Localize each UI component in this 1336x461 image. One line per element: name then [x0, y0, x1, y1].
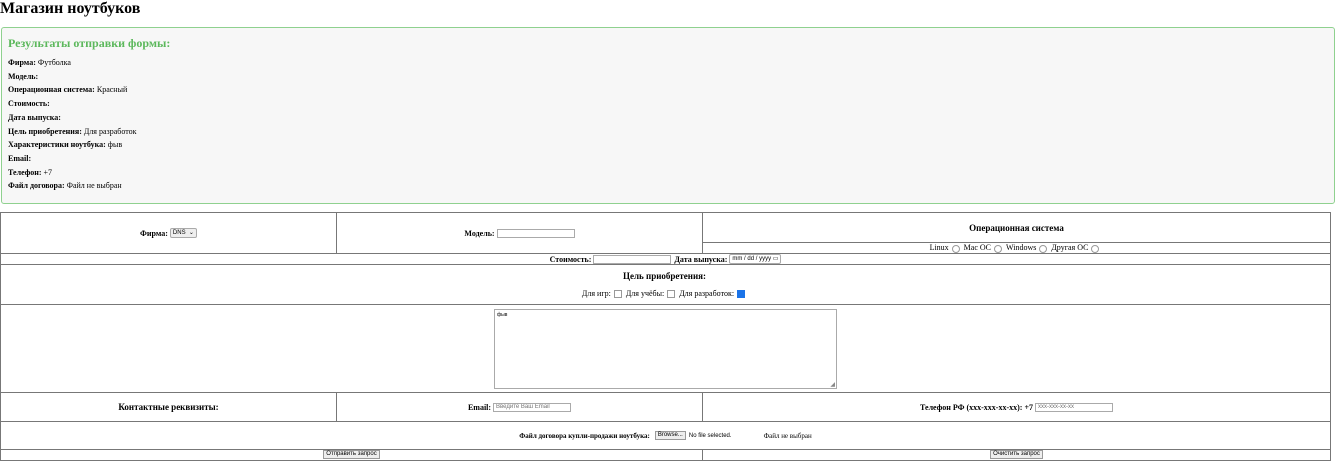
- model-label: Модель:: [464, 228, 495, 238]
- model-cell: Модель:: [336, 212, 703, 254]
- os-option-label: Linux: [929, 243, 949, 253]
- firm-cell: Фирма: DNS ⌄: [0, 212, 337, 254]
- purpose-option-label: Для разработок:: [679, 288, 735, 298]
- result-label: Фирма:: [8, 58, 36, 67]
- file-status: Файл не выбран: [763, 431, 812, 440]
- purpose-checkbox[interactable]: [613, 290, 622, 299]
- model-input[interactable]: [496, 228, 575, 238]
- os-heading: Операционная система: [702, 212, 1331, 243]
- cost-label: Стоимость:: [549, 254, 592, 264]
- reset-cell: Очистить запрос: [702, 449, 1331, 461]
- os-option-label: Windows: [1006, 243, 1037, 253]
- contacts-label: Контактные реквизиты:: [0, 392, 337, 422]
- os-option-label: Другая ОС: [1051, 243, 1089, 253]
- result-label: Файл договора:: [8, 181, 65, 191]
- email-input[interactable]: [493, 402, 572, 412]
- result-line: Файл договора: Файл не выбран: [8, 181, 122, 190]
- result-label: Email:: [8, 153, 32, 163]
- result-label: Цель приобретения:: [8, 126, 82, 136]
- result-value: Красный: [96, 85, 128, 95]
- specs-cell: фыв ◢: [0, 304, 1331, 393]
- reset-button[interactable]: Очистить запрос: [990, 450, 1043, 459]
- result-line: Операционная система: Красный: [8, 85, 127, 94]
- os-radio[interactable]: [1039, 244, 1048, 253]
- result-value: Файл не выбран: [66, 181, 122, 191]
- purpose-checkbox[interactable]: [737, 290, 746, 299]
- specs-textarea[interactable]: фыв ◢: [494, 308, 837, 389]
- firm-label: Фирма:: [140, 228, 168, 238]
- results-panel: Результаты отправки формы: Фирма: Футбол…: [1, 27, 1335, 204]
- result-value: фыв: [107, 140, 123, 150]
- submit-cell: Отправить запрос: [0, 449, 703, 461]
- result-value: +7: [43, 167, 53, 177]
- purpose-checkbox[interactable]: [667, 290, 676, 299]
- resize-handle-icon[interactable]: ◢: [830, 381, 835, 388]
- results-heading: Результаты отправки формы:: [8, 36, 171, 50]
- phone-input[interactable]: [1035, 402, 1114, 412]
- result-value: Для разработок: [83, 126, 137, 136]
- purpose-option-label: Для игр:: [581, 288, 611, 298]
- phone-label: Телефон РФ (xxx-xxx-xx-xx): +7: [919, 402, 1034, 412]
- result-line: Email:: [8, 154, 31, 163]
- result-line: Модель:: [8, 72, 38, 81]
- phone-cell: Телефон РФ (xxx-xxx-xx-xx): +7: [702, 392, 1331, 422]
- purpose-option-label: Для учёбы:: [625, 288, 665, 298]
- file-label: Файл договора купли-продажи ноутбука:: [519, 431, 650, 440]
- specs-text: фыв: [497, 311, 508, 318]
- result-line: Дата выпуска:: [8, 113, 61, 122]
- date-label: Дата выпуска:: [674, 254, 728, 264]
- os-radio[interactable]: [994, 244, 1002, 253]
- page-title: Магазин ноутбуков: [0, 0, 141, 17]
- result-label: Операционная система:: [8, 85, 95, 95]
- email-cell: Email:: [336, 392, 703, 422]
- result-label: Стоимость:: [8, 99, 50, 109]
- result-label: Дата выпуска:: [8, 112, 61, 122]
- result-line: Характеристики ноутбука: фыв: [8, 140, 122, 149]
- submit-button[interactable]: Отправить запрос: [323, 450, 380, 459]
- os-radio[interactable]: [1091, 244, 1100, 253]
- calendar-icon[interactable]: ▭: [773, 256, 779, 262]
- email-label: Email:: [467, 402, 492, 412]
- firm-value: DNS: [172, 230, 186, 236]
- file-row: Файл договора купли-продажи ноутбука: Br…: [0, 421, 1331, 450]
- result-line: Фирма: Футболка: [8, 58, 71, 67]
- result-label: Характеристики ноутбука:: [8, 140, 106, 150]
- purpose-heading: Цель приобретения:: [622, 270, 707, 281]
- result-label: Модель:: [8, 71, 39, 81]
- os-option-label: Mac OC: [963, 243, 991, 253]
- browse-button[interactable]: Browse...: [654, 431, 686, 440]
- purpose-cell: Цель приобретения: Для игр: Для учёбы: Для…: [0, 264, 1331, 305]
- date-placeholder: mm / dd / yyyy: [732, 256, 772, 262]
- cost-input[interactable]: [593, 254, 672, 264]
- result-line: Стоимость:: [8, 99, 50, 108]
- result-value: Футболка: [37, 58, 71, 67]
- date-input[interactable]: mm / dd / yyyy ▭: [729, 254, 782, 264]
- firm-select[interactable]: DNS ⌄: [169, 228, 197, 238]
- no-file-text: No file selected.: [688, 432, 732, 439]
- result-label: Телефон:: [8, 167, 42, 177]
- os-radio[interactable]: [951, 244, 960, 253]
- result-line: Цель приобретения: Для разработок: [8, 127, 137, 136]
- result-line: Телефон: +7: [8, 168, 52, 177]
